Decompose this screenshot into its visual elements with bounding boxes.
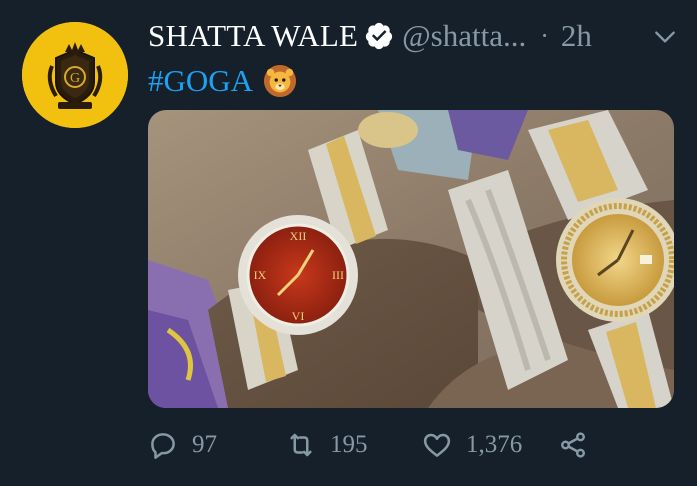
tweet-photo[interactable]: XII III VI IX bbox=[148, 110, 674, 408]
svg-text:VI: VI bbox=[292, 309, 305, 323]
share-button[interactable] bbox=[558, 423, 588, 467]
hashtag-link[interactable]: #GOGA bbox=[148, 63, 253, 99]
watches-photo-icon: XII III VI IX bbox=[148, 110, 674, 408]
retweet-count: 195 bbox=[330, 431, 368, 458]
heart-icon bbox=[422, 430, 452, 460]
tweet-text: #GOGA bbox=[148, 61, 297, 101]
reply-count: 97 bbox=[192, 431, 217, 458]
avatar[interactable]: G bbox=[22, 22, 128, 128]
reply-button[interactable]: 97 bbox=[148, 423, 217, 467]
svg-text:III: III bbox=[332, 268, 344, 282]
like-count: 1,376 bbox=[466, 431, 523, 458]
svg-text:XII: XII bbox=[290, 229, 307, 243]
separator-dot: · bbox=[540, 21, 549, 50]
tweet-actions: 97 195 1,376 bbox=[148, 423, 674, 467]
timestamp[interactable]: 2h bbox=[561, 18, 592, 54]
retweet-button[interactable]: 195 bbox=[286, 423, 368, 467]
author-handle[interactable]: @shatta... bbox=[402, 18, 526, 54]
crest-logo-icon: G bbox=[22, 22, 128, 128]
retweet-icon bbox=[286, 430, 316, 460]
svg-text:IX: IX bbox=[254, 268, 267, 282]
reply-icon bbox=[148, 430, 178, 460]
author-display-name[interactable]: SHATTA WALE bbox=[148, 18, 358, 54]
share-icon bbox=[558, 430, 588, 460]
tweet-header: SHATTA WALE @shatta... · 2h bbox=[148, 14, 678, 58]
like-button[interactable]: 1,376 bbox=[422, 423, 522, 467]
svg-text:G: G bbox=[70, 71, 80, 86]
tweet-card[interactable]: G SHATTA WALE @shatta... · 2h #GOGA XII … bbox=[0, 0, 697, 486]
lion-face-emoji-icon bbox=[263, 64, 297, 98]
chevron-down-icon[interactable] bbox=[652, 24, 678, 50]
verified-badge-icon bbox=[364, 21, 394, 51]
